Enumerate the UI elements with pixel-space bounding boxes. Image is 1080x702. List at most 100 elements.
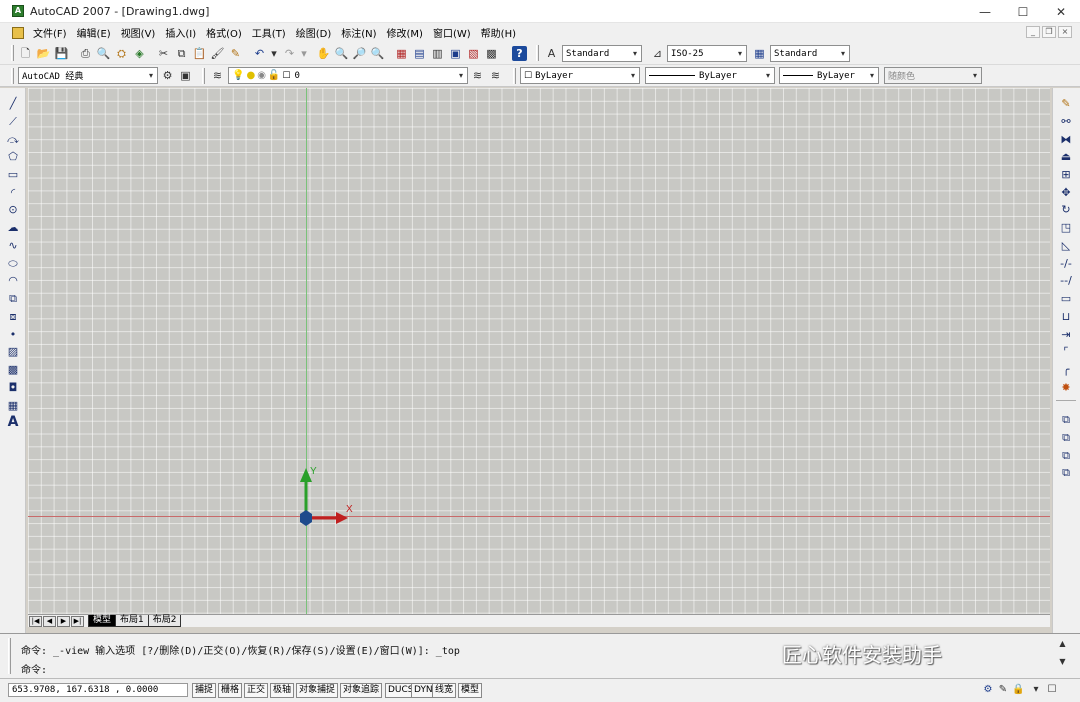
pen-icon[interactable]: ✎ [997, 684, 1009, 696]
scale-icon[interactable]: ◳ [1058, 220, 1074, 234]
point-icon[interactable]: • [5, 327, 21, 341]
osnap-toggle[interactable]: 对象捕捉 [296, 683, 339, 698]
tool-palettes-icon[interactable]: ▥ [430, 46, 445, 61]
table-icon[interactable]: ▦ [5, 398, 21, 412]
tab-layout1[interactable]: 布局1 [115, 615, 149, 627]
tab-layout2[interactable]: 布局2 [147, 615, 182, 627]
menu-dimension[interactable]: 标注(N) [336, 25, 381, 40]
properties-icon[interactable]: ▦ [394, 46, 409, 61]
zoom-previous-icon[interactable]: 🔍 [370, 46, 385, 61]
minimize-button[interactable]: — [966, 0, 1004, 23]
quickcalc-icon[interactable]: ▩ [484, 46, 499, 61]
move-icon[interactable]: ✥ [1058, 185, 1074, 199]
doc-close-button[interactable]: × [1058, 26, 1072, 38]
command-window-grip[interactable] [8, 638, 11, 674]
erase-icon[interactable]: ✎ [1058, 96, 1074, 110]
toolbar-grip[interactable] [202, 68, 205, 84]
workspace-select[interactable]: AutoCAD 经典 ▾ [18, 67, 158, 84]
undo-dropdown-icon[interactable]: ▾ [270, 46, 278, 61]
menu-insert[interactable]: 插入(I) [160, 25, 201, 40]
menu-window[interactable]: 窗口(W) [428, 25, 476, 40]
maximize-button[interactable]: ☐ [1004, 0, 1042, 23]
command-prompt[interactable]: 命令: [21, 661, 47, 676]
rotate-icon[interactable]: ↻ [1058, 202, 1074, 216]
status-menu-arrow-icon[interactable]: ▾ [1030, 684, 1042, 696]
rectangle-icon[interactable]: ▭ [5, 167, 21, 181]
plot-icon[interactable]: ⎙ [78, 46, 93, 61]
gradient-icon[interactable]: ▩ [5, 362, 21, 376]
chamfer-icon[interactable]: ⌜ [1058, 344, 1074, 358]
doc-minimize-button[interactable]: _ [1026, 26, 1040, 38]
open-icon[interactable]: 📂 [36, 46, 51, 61]
insert-block-icon[interactable]: ⧉ [5, 291, 21, 305]
ellipse-arc-icon[interactable]: ◠ [5, 273, 21, 287]
offset-icon[interactable]: ⏏ [1058, 149, 1074, 163]
toolbar-grip[interactable] [513, 68, 516, 84]
plot-preview-icon[interactable]: 🔍 [96, 46, 111, 61]
command-scrollbar[interactable]: ▲ ▼ [1056, 639, 1069, 673]
new-icon[interactable]: 🗋 [18, 46, 33, 61]
polyline-icon[interactable]: ⤼ [5, 132, 21, 146]
cut-icon[interactable]: ✂ [156, 46, 171, 61]
save-workspace-icon[interactable]: ▣ [178, 68, 193, 83]
fillet-icon[interactable]: ╭ [1058, 362, 1074, 376]
spline-icon[interactable]: ∿ [5, 238, 21, 252]
markup-icon[interactable]: ▧ [466, 46, 481, 61]
color-select[interactable]: ☐ ByLayer ▾ [520, 67, 640, 84]
workspace-settings-icon[interactable]: ⚙ [160, 68, 175, 83]
break-icon[interactable]: ⊔ [1058, 309, 1074, 323]
send-to-back-icon[interactable]: ⧉ [1058, 430, 1074, 444]
dim-style-select[interactable]: ISO-25 ▾ [667, 45, 747, 62]
menu-file[interactable]: 文件(F) [28, 25, 72, 40]
first-tab-button[interactable]: |◀ [29, 615, 42, 627]
make-block-icon[interactable]: ⧈ [5, 309, 21, 323]
communication-center-icon[interactable]: ⚙ [982, 684, 994, 696]
circle-icon[interactable]: ⊙ [5, 202, 21, 216]
copy-icon[interactable]: ⧉ [174, 46, 189, 61]
design-center-icon[interactable]: ▤ [412, 46, 427, 61]
menu-draw[interactable]: 绘图(D) [291, 25, 337, 40]
redo-icon[interactable]: ↷ [282, 46, 297, 61]
menu-help[interactable]: 帮助(H) [476, 25, 521, 40]
polar-toggle[interactable]: 极轴 [270, 683, 295, 698]
toolbar-grip[interactable] [11, 45, 14, 61]
last-tab-button[interactable]: ▶| [71, 615, 84, 627]
otrack-toggle[interactable]: 对象追踪 [340, 683, 383, 698]
drawing-canvas[interactable]: Y X [28, 88, 1050, 614]
text-style-icon[interactable]: A [544, 46, 559, 61]
polygon-icon[interactable]: ⬠ [5, 149, 21, 163]
toolbar-grip[interactable] [536, 45, 539, 61]
lineweight-toggle[interactable]: 线宽 [432, 683, 457, 698]
zoom-window-icon[interactable]: 🔎 [352, 46, 367, 61]
layer-previous-icon[interactable]: ≋ [488, 68, 503, 83]
zoom-realtime-icon[interactable]: 🔍 [334, 46, 349, 61]
dim-style-icon[interactable]: ⊿ [650, 46, 665, 61]
redo-dropdown-icon[interactable]: ▾ [300, 46, 308, 61]
construction-line-icon[interactable]: ⟋ [5, 114, 21, 128]
region-icon[interactable]: ◘ [5, 380, 21, 394]
menu-view[interactable]: 视图(V) [116, 25, 161, 40]
3d-dwf-icon[interactable]: ◈ [132, 46, 147, 61]
menu-edit[interactable]: 编辑(E) [72, 25, 116, 40]
explode-icon[interactable]: ✸ [1058, 380, 1074, 394]
autocad-app-icon[interactable]: A [12, 5, 24, 17]
send-under-icon[interactable]: ⧉ [1058, 465, 1074, 479]
layer-manager-icon[interactable]: ≋ [210, 68, 225, 83]
arc-icon[interactable]: ◜ [5, 185, 21, 199]
join-icon[interactable]: ⇥ [1058, 327, 1074, 341]
copy-object-icon[interactable]: ⚯ [1058, 114, 1074, 128]
publish-icon[interactable]: ⛭ [114, 46, 129, 61]
menu-format[interactable]: 格式(O) [201, 25, 247, 40]
undo-icon[interactable]: ↶ [252, 46, 267, 61]
array-icon[interactable]: ⊞ [1058, 167, 1074, 181]
snap-toggle[interactable]: 捕捉 [192, 683, 217, 698]
clean-screen-icon[interactable]: ☐ [1046, 684, 1058, 696]
extend-icon[interactable]: --/ [1058, 273, 1074, 287]
match-properties-icon[interactable]: 🖌 [210, 46, 225, 61]
mtext-icon[interactable]: A [5, 415, 21, 429]
bring-above-icon[interactable]: ⧉ [1058, 448, 1074, 462]
layer-select[interactable]: 💡 ● ◉ 🔓 ☐ 0 ▾ [228, 67, 468, 84]
revision-cloud-icon[interactable]: ☁ [5, 220, 21, 234]
stretch-icon[interactable]: ◺ [1058, 238, 1074, 252]
next-tab-button[interactable]: ▶ [57, 615, 70, 627]
